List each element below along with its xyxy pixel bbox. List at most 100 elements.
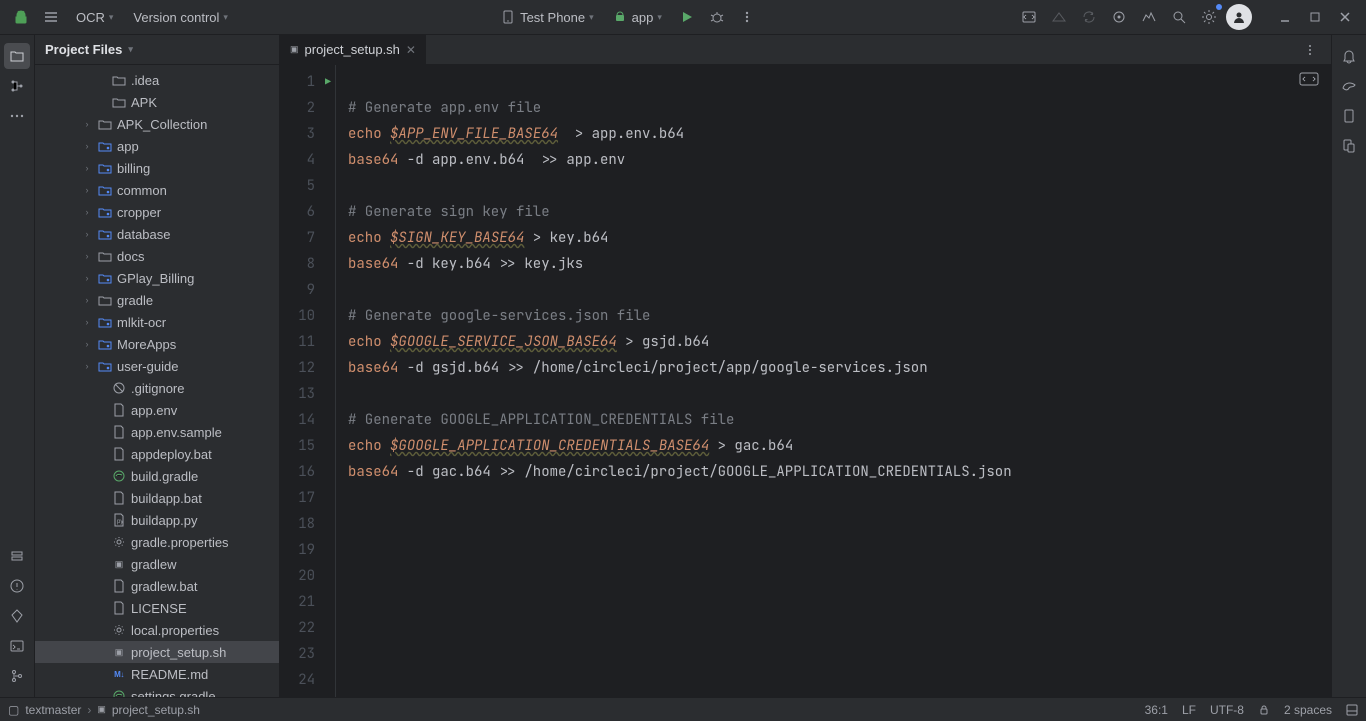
code-line[interactable] — [348, 381, 1331, 407]
device-selector[interactable]: Test Phone ▾ — [492, 5, 602, 29]
tree-item[interactable]: pybuildapp.py — [35, 509, 279, 531]
tree-item[interactable]: ›user-guide — [35, 355, 279, 377]
project-tree[interactable]: .ideaAPK›APK_Collection›app›billing›comm… — [35, 65, 279, 697]
code-content[interactable]: # Generate app.env fileecho $APP_ENV_FIL… — [336, 65, 1331, 697]
tree-item[interactable]: gradlew.bat — [35, 575, 279, 597]
code-line[interactable] — [348, 641, 1331, 667]
editor-tab[interactable]: ▣ project_setup.sh ✕ — [280, 35, 427, 64]
settings-icon[interactable] — [1196, 4, 1222, 30]
code-line[interactable]: # Generate GOOGLE_APPLICATION_CREDENTIAL… — [348, 407, 1331, 433]
breadcrumb-root[interactable]: textmaster — [25, 703, 81, 717]
line-number[interactable]: 10 — [280, 303, 335, 329]
line-number[interactable]: 9 — [280, 277, 335, 303]
minimize-icon[interactable] — [1272, 4, 1298, 30]
line-number[interactable]: 15 — [280, 433, 335, 459]
line-number[interactable]: 18 — [280, 511, 335, 537]
status-more-icon[interactable] — [1346, 704, 1358, 716]
tree-item[interactable]: ›docs — [35, 245, 279, 267]
tree-item[interactable]: ›mlkit-ocr — [35, 311, 279, 333]
line-number[interactable]: 24 — [280, 667, 335, 693]
line-number[interactable]: 21 — [280, 589, 335, 615]
line-number[interactable]: 7 — [280, 225, 335, 251]
line-number[interactable]: 8 — [280, 251, 335, 277]
code-line[interactable]: base64 -d app.env.b64 >> app.env — [348, 147, 1331, 173]
line-number[interactable]: 19 — [280, 537, 335, 563]
run-button[interactable] — [674, 4, 700, 30]
tree-item[interactable]: app.env — [35, 399, 279, 421]
tree-item[interactable]: M↓README.md — [35, 663, 279, 685]
code-line[interactable]: # Generate app.env file — [348, 95, 1331, 121]
tree-item[interactable]: ›GPlay_Billing — [35, 267, 279, 289]
tree-arrow-icon[interactable]: › — [81, 273, 93, 283]
code-line[interactable]: # Generate google-services.json file — [348, 303, 1331, 329]
line-number[interactable]: 5 — [280, 173, 335, 199]
tree-item[interactable]: .idea — [35, 69, 279, 91]
project-panel-header[interactable]: Project Files ▾ — [35, 35, 279, 65]
tree-arrow-icon[interactable]: › — [81, 163, 93, 173]
project-tool-button[interactable] — [4, 43, 30, 69]
line-number[interactable]: 4 — [280, 147, 335, 173]
line-number[interactable]: 14 — [280, 407, 335, 433]
inspection-widget-icon[interactable] — [1299, 71, 1321, 89]
code-line[interactable] — [348, 485, 1331, 511]
tree-item[interactable]: local.properties — [35, 619, 279, 641]
readonly-toggle-icon[interactable] — [1258, 704, 1270, 716]
line-number[interactable]: 3 — [280, 121, 335, 147]
tree-item[interactable]: LICENSE — [35, 597, 279, 619]
tree-item[interactable]: .gitignore — [35, 377, 279, 399]
tree-item[interactable]: buildapp.bat — [35, 487, 279, 509]
breadcrumb-file[interactable]: project_setup.sh — [112, 703, 200, 717]
code-line[interactable] — [348, 537, 1331, 563]
code-line[interactable]: echo $APP_ENV_FILE_BASE64 > app.env.b64 — [348, 121, 1331, 147]
editor-body[interactable]: 123456789101112131415161718192021222324 … — [280, 65, 1331, 697]
code-line[interactable] — [348, 615, 1331, 641]
line-number[interactable]: 13 — [280, 381, 335, 407]
emulator-tool-button[interactable] — [1336, 133, 1362, 159]
tree-item[interactable]: ›gradle — [35, 289, 279, 311]
more-actions-icon[interactable] — [734, 4, 760, 30]
line-number[interactable]: 20 — [280, 563, 335, 589]
code-line[interactable]: base64 -d gsjd.b64 >> /home/circleci/pro… — [348, 355, 1331, 381]
tree-arrow-icon[interactable]: › — [81, 119, 93, 129]
indent-setting[interactable]: 2 spaces — [1284, 703, 1332, 717]
search-icon[interactable] — [1166, 4, 1192, 30]
tree-item[interactable]: ▣project_setup.sh — [35, 641, 279, 663]
code-line[interactable] — [348, 173, 1331, 199]
code-line[interactable] — [348, 667, 1331, 693]
diamond-tool-button[interactable] — [4, 603, 30, 629]
line-number[interactable]: 11 — [280, 329, 335, 355]
bookmarks-tool-button[interactable] — [4, 543, 30, 569]
tree-item[interactable]: appdeploy.bat — [35, 443, 279, 465]
line-number[interactable]: 12 — [280, 355, 335, 381]
tree-item[interactable]: ›APK_Collection — [35, 113, 279, 135]
tree-arrow-icon[interactable]: › — [81, 229, 93, 239]
problems-tool-button[interactable] — [4, 573, 30, 599]
line-number[interactable]: 16 — [280, 459, 335, 485]
line-number[interactable]: 17 — [280, 485, 335, 511]
line-separator[interactable]: LF — [1182, 703, 1196, 717]
line-number[interactable]: 6 — [280, 199, 335, 225]
line-number[interactable]: 2 — [280, 95, 335, 121]
structure-tool-button[interactable] — [4, 73, 30, 99]
build-icon[interactable] — [1046, 4, 1072, 30]
code-line[interactable]: base64 -d key.b64 >> key.jks — [348, 251, 1331, 277]
main-menu-icon[interactable] — [38, 4, 64, 30]
profiler-icon[interactable] — [1136, 4, 1162, 30]
tree-item[interactable]: gradle.properties — [35, 531, 279, 553]
tree-item[interactable]: ›billing — [35, 157, 279, 179]
tree-item[interactable]: ›app — [35, 135, 279, 157]
gradle-tool-button[interactable] — [1336, 73, 1362, 99]
maximize-icon[interactable] — [1302, 4, 1328, 30]
code-line[interactable]: echo $SIGN_KEY_BASE64 > key.b64 — [348, 225, 1331, 251]
tree-item[interactable]: ›MoreApps — [35, 333, 279, 355]
code-line[interactable] — [348, 589, 1331, 615]
code-line[interactable]: echo $GOOGLE_SERVICE_JSON_BASE64 > gsjd.… — [348, 329, 1331, 355]
tree-arrow-icon[interactable]: › — [81, 317, 93, 327]
android-logo-icon[interactable] — [8, 4, 34, 30]
code-line[interactable] — [348, 69, 1331, 95]
tree-item[interactable]: ›cropper — [35, 201, 279, 223]
code-with-me-icon[interactable] — [1016, 4, 1042, 30]
line-number[interactable]: 22 — [280, 615, 335, 641]
line-number[interactable]: 23 — [280, 641, 335, 667]
close-tab-icon[interactable]: ✕ — [406, 43, 416, 57]
